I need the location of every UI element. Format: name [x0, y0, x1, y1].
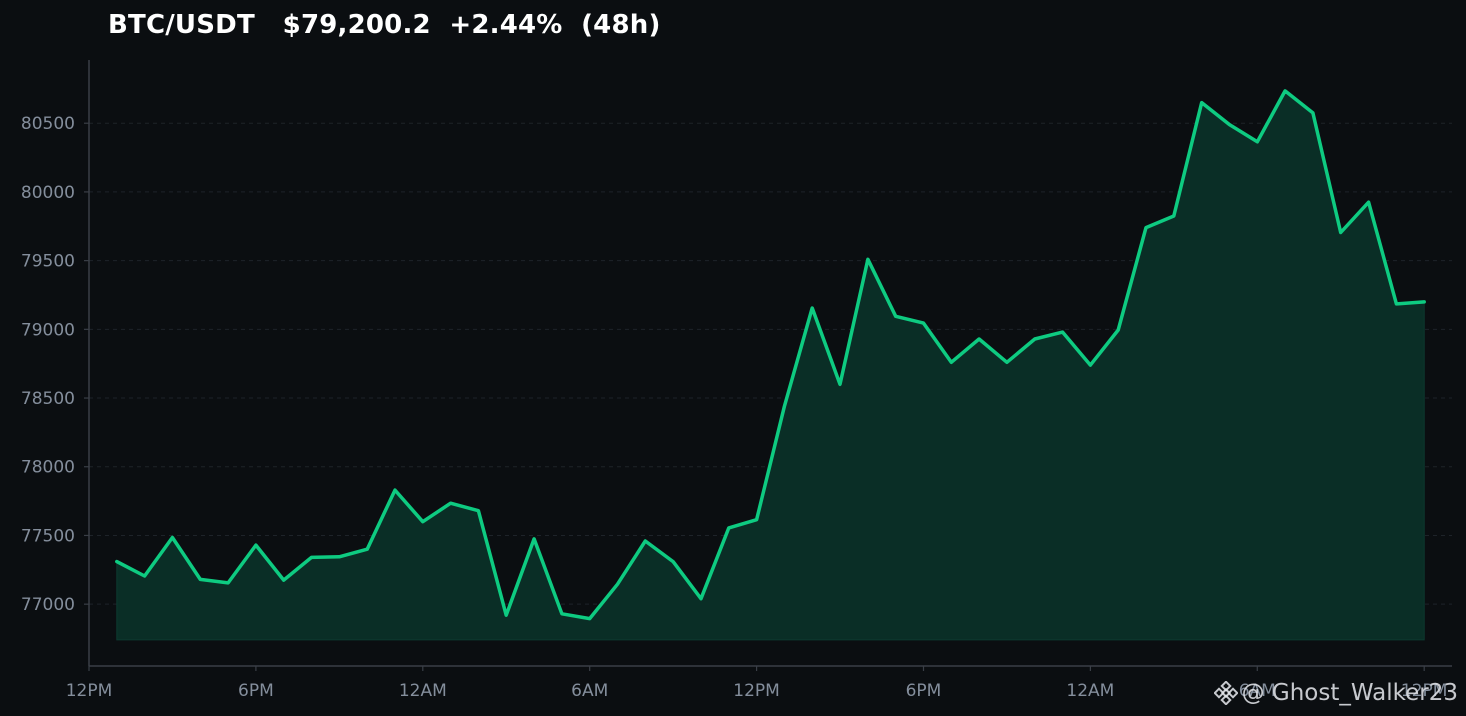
watermark: @ Ghost_Walker23	[1213, 680, 1458, 706]
y-tick-label: 78000	[21, 458, 75, 478]
watermark-text: @ Ghost_Walker23	[1241, 680, 1458, 706]
x-tick-label: 6AM	[571, 681, 608, 701]
y-tick-label: 77000	[21, 595, 75, 615]
price-chart: 77000 77500 78000 78500 79000 79500 80000 80500…	[21, 60, 1452, 701]
x-tick-label: 6PM	[238, 681, 274, 701]
y-tick-label: 80000	[21, 183, 75, 203]
binance-logo-icon	[1213, 681, 1238, 705]
x-tick-label: 12AM	[399, 681, 447, 701]
y-tick-label: 80500	[21, 114, 75, 134]
x-tick-label: 12AM	[1066, 681, 1114, 701]
y-tick-label: 79000	[21, 320, 75, 340]
x-tick-label: 12PM	[733, 681, 780, 701]
y-tick-label: 77500	[21, 526, 75, 546]
x-tick-label: 12PM	[66, 681, 113, 701]
x-tick-label: 6PM	[906, 681, 942, 701]
y-tick-label: 78500	[21, 389, 75, 409]
y-tick-label: 79500	[21, 252, 75, 272]
